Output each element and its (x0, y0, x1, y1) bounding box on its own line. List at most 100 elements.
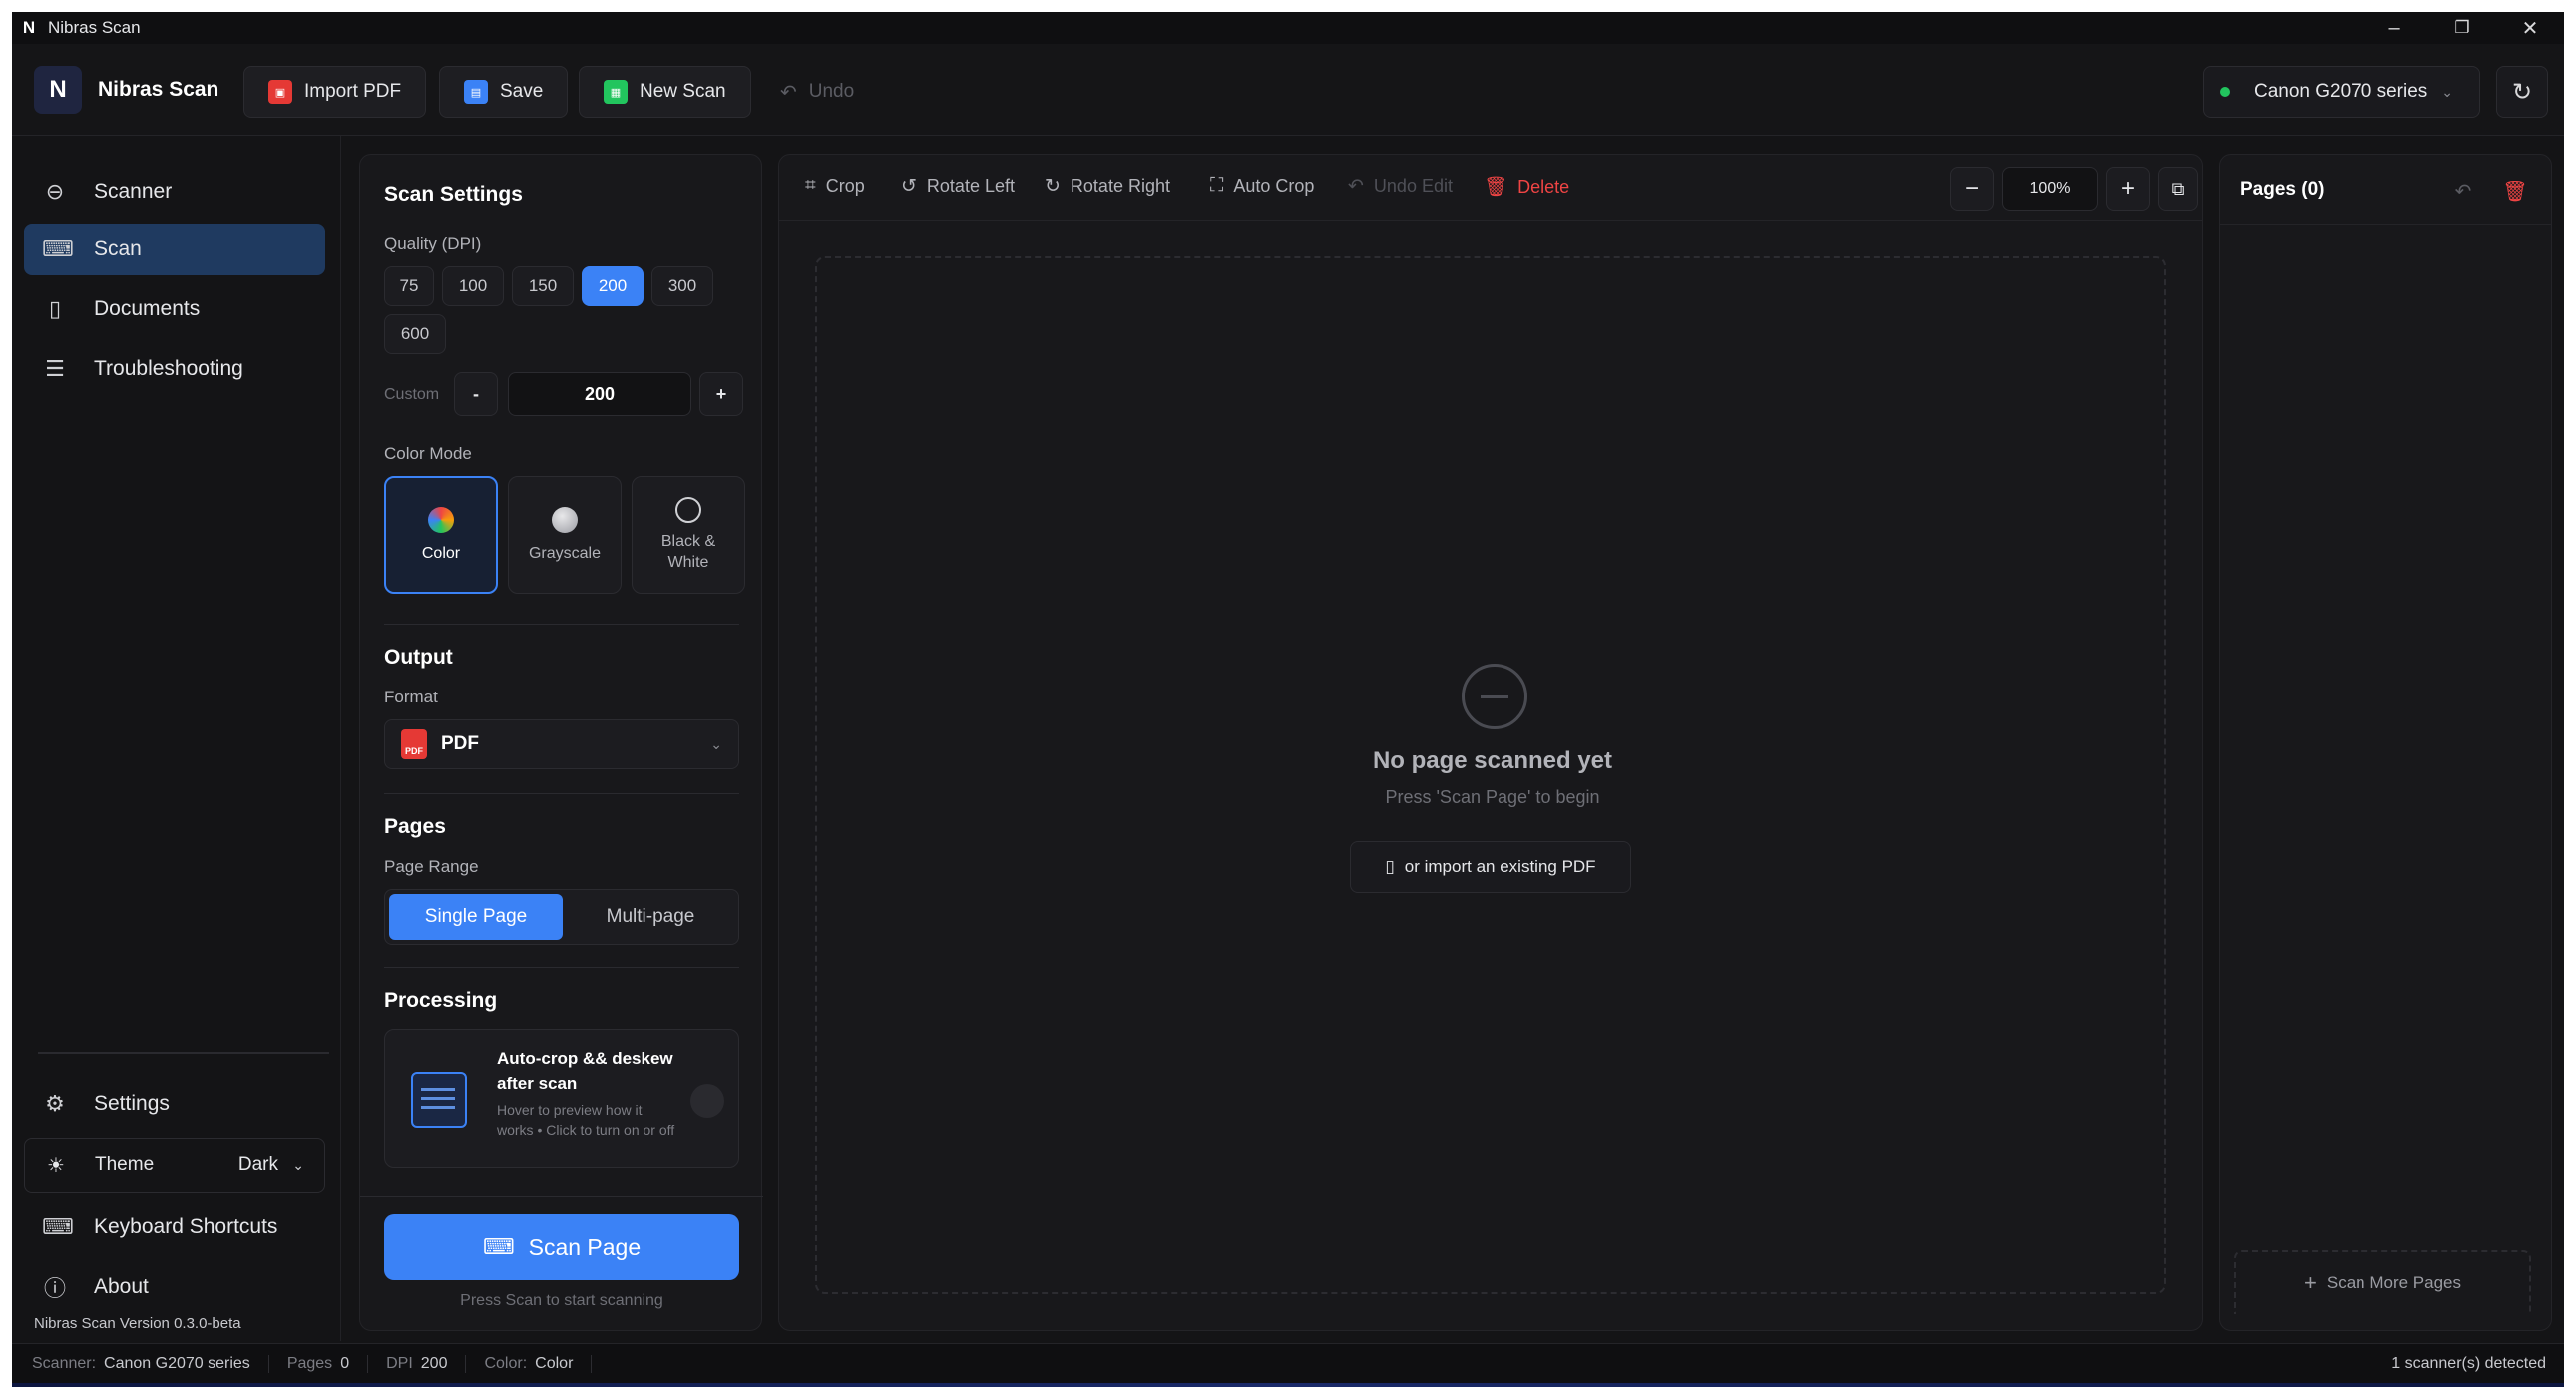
sidebar-divider (38, 1052, 329, 1054)
zoom-in-button[interactable]: + (2106, 167, 2150, 211)
gear-icon: ⚙ (45, 1091, 65, 1116)
sidebar-item-label: Scanner (94, 180, 173, 203)
scan-settings-title: Scan Settings (384, 183, 523, 206)
sidebar-item-keyboard-shortcuts[interactable]: ⌨ Keyboard Shortcuts (24, 1201, 325, 1253)
grayscale-swatch-icon (552, 507, 578, 533)
undo-edit-label: Undo Edit (1373, 176, 1453, 196)
undo-arrow-icon: ↶ (2454, 180, 2472, 203)
sidebar-item-scanner[interactable]: ⊖ Scanner (24, 166, 325, 218)
scan-more-pages-button[interactable]: + Scan More Pages (2234, 1250, 2531, 1314)
dpi-option-100[interactable]: 100 (442, 266, 504, 306)
import-existing-pdf-button[interactable]: ▯ or import an existing PDF (1350, 841, 1631, 893)
refresh-icon: ↻ (2511, 78, 2533, 106)
dpi-option-300[interactable]: 300 (651, 266, 713, 306)
processing-title: Processing (384, 989, 498, 1012)
scan-page-button[interactable]: ⌨ Scan Page (384, 1214, 739, 1280)
edit-toolbar: ⌗ Crop ↺ Rotate Left ↻ Rotate Right ⛶ Au… (779, 155, 2202, 221)
status-scanner-value: Canon G2070 series (104, 1354, 250, 1372)
color-mode-color[interactable]: Color (384, 476, 498, 594)
crop-button[interactable]: ⌗ Crop (805, 175, 865, 197)
dpi-option-600[interactable]: 600 (384, 314, 446, 354)
document-icon: ▯ (48, 296, 62, 321)
undo-button[interactable]: ↶ Undo (780, 66, 854, 118)
color-mode-grayscale[interactable]: Grayscale (508, 476, 622, 594)
fit-to-screen-button[interactable]: ⧉ (2158, 167, 2198, 211)
custom-dpi-input[interactable]: 200 (508, 372, 691, 416)
status-scanner: Scanner: Canon G2070 series (32, 1354, 269, 1373)
pages-undo-button[interactable]: ↶ (2441, 169, 2485, 213)
sidebar-item-about[interactable]: ⓘ About (24, 1261, 325, 1313)
dpi-option-200[interactable]: 200 (582, 266, 644, 306)
import-pdf-button[interactable]: ▣ Import PDF (243, 66, 427, 118)
zoom-level[interactable]: 100% (2002, 167, 2098, 211)
auto-crop-title: Auto-crop && deskew after scan (497, 1049, 673, 1093)
close-button[interactable]: ✕ (2496, 12, 2564, 44)
crop-label: Crop (825, 175, 865, 196)
dpi-option-150[interactable]: 150 (512, 266, 574, 306)
chevron-down-icon: ⌄ (292, 1156, 304, 1173)
custom-dpi-increment[interactable]: + (699, 372, 743, 416)
status-dpi: DPI 200 (368, 1354, 467, 1373)
sidebar-item-documents[interactable]: ▯ Documents (24, 283, 325, 335)
sun-icon: ☀ (47, 1155, 65, 1177)
scan-settings-panel: Scan Settings Quality (DPI) 75 100 150 2… (359, 154, 763, 1331)
fit-screen-icon: ⧉ (2171, 178, 2185, 199)
app-logo-icon: N (22, 18, 36, 37)
rotate-left-icon: ↺ (901, 176, 917, 197)
sidebar-item-scan[interactable]: ⌨ Scan (24, 224, 325, 275)
taskbar-strip (12, 1383, 2564, 1387)
scanner-name: Canon G2070 series (2254, 81, 2428, 102)
status-color-value: Color (535, 1354, 574, 1372)
color-mode-label-text: Color (421, 545, 461, 562)
auto-crop-button[interactable]: ⛶ Auto Crop (1210, 175, 1314, 197)
save-button[interactable]: ▤ Save (439, 66, 569, 118)
auto-crop-icon: ⛶ (1210, 175, 1224, 196)
dpi-option-75[interactable]: 75 (384, 266, 434, 306)
section-divider (384, 793, 739, 794)
rotate-right-button[interactable]: ↻ Rotate Right (1045, 175, 1170, 198)
auto-crop-deskew-option[interactable]: Auto-crop && deskew after scan Hover to … (384, 1029, 739, 1168)
scanner-select[interactable]: Canon G2070 series ⌄ (2203, 66, 2480, 118)
new-scan-button[interactable]: ▦ New Scan (579, 66, 751, 118)
minimize-button[interactable]: – (2361, 12, 2428, 44)
pages-section-title: Pages (384, 815, 446, 838)
window-controls: – ❐ ✕ (2361, 12, 2564, 44)
color-mode-black-white[interactable]: Black & White (632, 476, 745, 594)
rotate-left-button[interactable]: ↺ Rotate Left (901, 175, 1015, 198)
color-swatch-icon (428, 507, 454, 533)
power-circle-icon: ⊖ (45, 179, 65, 204)
output-title: Output (384, 646, 453, 669)
zoom-out-button[interactable]: − (1950, 167, 1994, 211)
page-range-toggle: Single Page Multi-page (384, 889, 739, 945)
chevron-down-icon: ⌄ (710, 735, 722, 752)
pages-panel: Pages (0) ↶ 🗑 + Scan More Pages (2219, 154, 2552, 1331)
color-mode-label: Color Mode (384, 444, 472, 463)
delete-button[interactable]: 🗑 Delete (1484, 175, 1569, 199)
auto-crop-toggle[interactable] (690, 1084, 724, 1118)
maximize-button[interactable]: ❐ (2428, 12, 2496, 44)
section-divider (384, 624, 739, 625)
sidebar-item-troubleshooting[interactable]: ☰ Troubleshooting (24, 343, 325, 395)
page-range-single[interactable]: Single Page (389, 894, 563, 940)
pages-delete-all-button[interactable]: 🗑 (2493, 169, 2537, 213)
page-range-multi[interactable]: Multi-page (565, 894, 736, 940)
brand-logo-icon: N (34, 66, 82, 114)
undo-label: Undo (808, 81, 855, 102)
scan-drop-zone[interactable]: No page scanned yet Press 'Scan Page' to… (815, 256, 2166, 1294)
custom-dpi-decrement[interactable]: - (454, 372, 498, 416)
scanner-status-dot (2220, 87, 2230, 97)
status-color: Color: Color (466, 1354, 593, 1373)
format-select[interactable]: PDF PDF ⌄ (384, 719, 739, 769)
sidebar-item-settings[interactable]: ⚙ Settings (24, 1078, 325, 1130)
theme-label: Theme (95, 1155, 155, 1175)
window-title: Nibras Scan (48, 18, 141, 37)
rotate-left-label: Rotate Left (926, 176, 1015, 196)
chevron-down-icon: ⌄ (2441, 83, 2454, 100)
black-white-swatch-icon (675, 497, 701, 523)
status-dpi-value: 200 (420, 1354, 448, 1372)
settings-label: Settings (94, 1092, 170, 1115)
refresh-scanners-button[interactable]: ↻ (2496, 66, 2548, 118)
undo-edit-button[interactable]: ↶ Undo Edit (1348, 175, 1453, 198)
theme-select[interactable]: ☀ Theme Dark ⌄ (24, 1138, 325, 1193)
undo-arrow-icon: ↶ (780, 81, 797, 104)
